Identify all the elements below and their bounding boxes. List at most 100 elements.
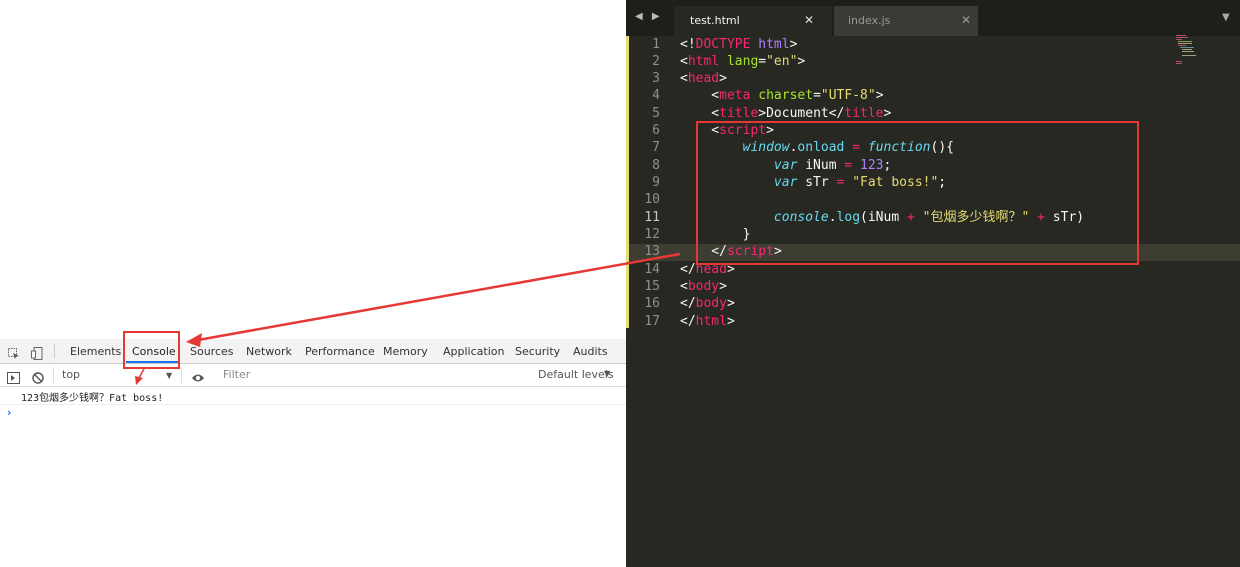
minimap-line [1176, 35, 1186, 36]
console-output: 123包烟多少钱啊？Fat boss! › [0, 387, 626, 567]
minimap-line [1178, 43, 1192, 44]
token: </ [680, 314, 696, 329]
eye-icon[interactable] [191, 369, 204, 382]
tab-console[interactable]: Console [132, 345, 176, 358]
token: + [1037, 210, 1045, 225]
close-icon[interactable]: ✕ [961, 13, 971, 27]
token: > [726, 314, 735, 329]
token: sTr) [1044, 210, 1085, 225]
device-toolbar-icon[interactable] [31, 345, 43, 360]
filter-separator [53, 367, 54, 383]
context-selector[interactable]: top [62, 369, 80, 381]
token: "Fat boss!" [852, 175, 939, 190]
token: > [773, 244, 782, 259]
code-area[interactable]: 1 2 3 4 5 6 7 8 9 10 11 12 13 14 15 16 1… [626, 36, 1240, 567]
line-number: 16 [644, 296, 660, 311]
line-number: 17 [644, 314, 660, 329]
token: console [773, 210, 829, 225]
token: meta [719, 88, 751, 103]
code-line-16: </body> [680, 295, 735, 312]
log-levels-caret-icon[interactable]: ▼ [604, 368, 610, 380]
tab-menu-icon[interactable]: ▼ [1222, 12, 1230, 23]
token: </ [680, 262, 696, 277]
token: html [695, 314, 727, 329]
token: > [875, 88, 884, 103]
token: script [719, 123, 767, 138]
tab-navigation-arrows[interactable]: ◀ ▶ [635, 11, 663, 22]
token: (){ [930, 140, 954, 155]
code-line-8: var iNum = 123; [680, 157, 891, 174]
filter-separator [181, 367, 182, 383]
tab-network[interactable]: Network [246, 345, 292, 358]
token: } [680, 227, 751, 242]
line-number: 3 [652, 71, 660, 86]
tab-label: test.html [690, 14, 740, 27]
tab-separator [54, 344, 55, 358]
token: title [719, 106, 759, 121]
token: onload [797, 140, 845, 155]
tab-memory[interactable]: Memory [383, 345, 428, 358]
token: lang [726, 54, 759, 69]
token: < [680, 71, 688, 86]
line-number: 8 [652, 158, 660, 173]
tab-application[interactable]: Application [443, 345, 504, 358]
token: </ [680, 296, 696, 311]
line-number: 5 [652, 106, 660, 121]
tab-sources[interactable]: Sources [190, 345, 234, 358]
minimap-line [1176, 63, 1182, 64]
log-levels-dropdown[interactable]: Default levels [538, 369, 614, 381]
token: "en" [766, 54, 798, 69]
minimap[interactable] [1174, 34, 1196, 68]
token: "UTF-8" [820, 88, 876, 103]
show-sidebar-icon[interactable] [7, 369, 20, 384]
tab-label: index.js [848, 14, 891, 27]
token: > [766, 123, 774, 138]
line-number: 13 [644, 244, 660, 259]
token: < [680, 123, 720, 138]
code-line-11: console.log(iNum + "包烟多少钱啊？" + sTr) [680, 209, 1084, 226]
tab-security[interactable]: Security [515, 345, 560, 358]
browser-viewport: Elements Console Sources Network Perform… [0, 0, 626, 567]
filter-input[interactable]: Filter [223, 369, 250, 381]
token: DOCTYPE [695, 37, 751, 52]
token: < [680, 106, 720, 121]
line-number: 4 [652, 88, 660, 103]
tab-audits[interactable]: Audits [573, 345, 608, 358]
token: charset [758, 88, 814, 103]
inspect-element-icon[interactable] [8, 345, 20, 359]
line-number: 10 [644, 192, 660, 207]
close-icon[interactable]: ✕ [804, 13, 814, 27]
minimap-line [1182, 55, 1196, 56]
code-line-7: window.onload = function(){ [680, 139, 954, 156]
minimap-line [1178, 45, 1186, 46]
line-number: 14 [644, 262, 660, 277]
context-dropdown-icon[interactable]: ▼ [166, 370, 172, 382]
minimap-line [1178, 41, 1192, 42]
token: ; [883, 158, 892, 173]
token: = [813, 88, 821, 103]
devtools-tab-bar: Elements Console Sources Network Perform… [0, 339, 626, 364]
token: iNum [797, 158, 845, 173]
line-number: 6 [652, 123, 660, 138]
console-prompt[interactable]: › [7, 406, 12, 419]
tab-performance[interactable]: Performance [305, 345, 375, 358]
token: > [789, 37, 798, 52]
code-line-3: <head> [680, 70, 727, 87]
line-number: 15 [644, 279, 660, 294]
code-line-14: </head> [680, 261, 735, 278]
minimap-line [1182, 49, 1192, 50]
tab-elements[interactable]: Elements [70, 345, 121, 358]
tab-index-js[interactable]: index.js ✕ [834, 6, 978, 36]
token: script [726, 244, 774, 259]
token: >Document</ [758, 106, 845, 121]
clear-console-icon[interactable] [32, 369, 44, 384]
token: > [719, 279, 727, 294]
devtools-panel: Elements Console Sources Network Perform… [0, 339, 626, 567]
token: body [695, 296, 727, 311]
tab-test-html[interactable]: test.html ✕ [674, 6, 832, 36]
token: </ [680, 244, 727, 259]
token: function [867, 140, 931, 155]
